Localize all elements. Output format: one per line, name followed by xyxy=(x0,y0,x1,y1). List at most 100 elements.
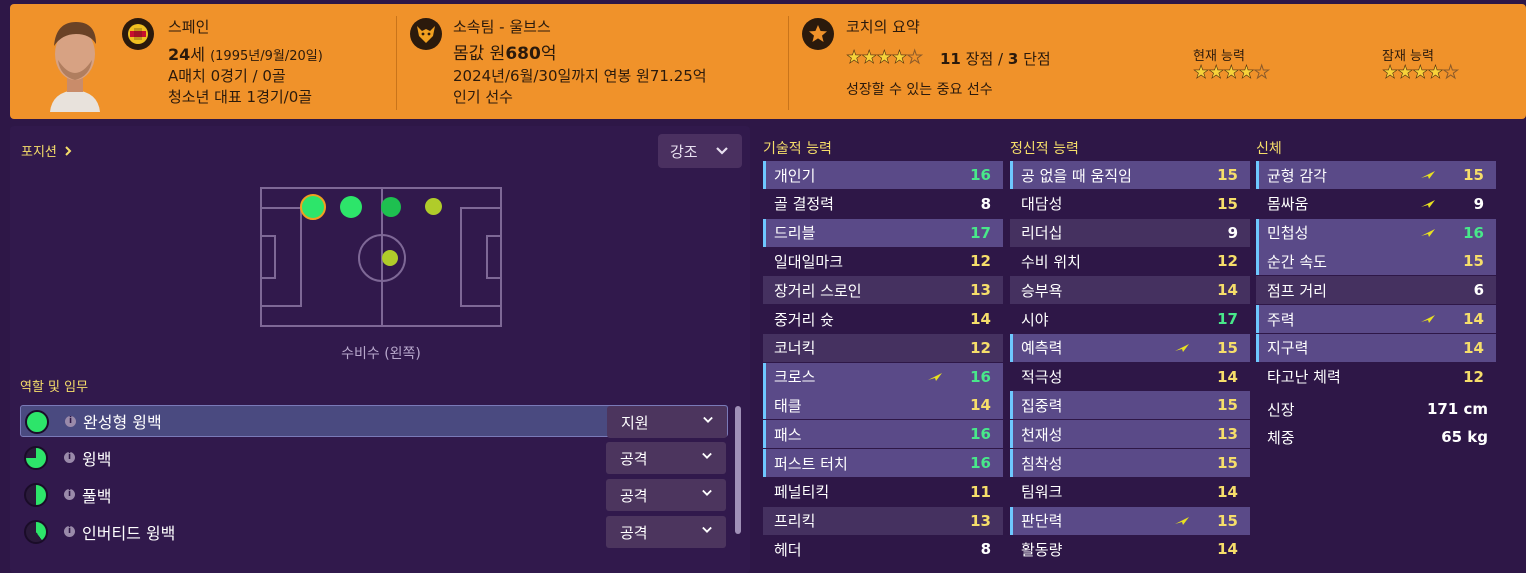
duty-dropdown[interactable]: 공격 xyxy=(606,442,726,474)
duty-dropdown[interactable]: 지원 xyxy=(607,406,727,438)
current-ability-stars: ★★★★★ xyxy=(1193,62,1271,84)
height-label: 신장 xyxy=(1267,400,1295,419)
attribute-name: 헤더 xyxy=(774,540,802,559)
roles-scrollbar[interactable] xyxy=(735,406,741,534)
emphasis-dropdown[interactable]: 강조 xyxy=(658,134,742,168)
attribute-row[interactable]: 장거리 스로인 13 xyxy=(763,276,1003,305)
club-name[interactable]: 소속팀 - 울브스 xyxy=(453,16,551,37)
key-attribute-marker xyxy=(763,218,766,247)
position-dot[interactable] xyxy=(382,250,398,266)
position-dot[interactable] xyxy=(381,197,401,217)
attribute-row[interactable]: 천재성 13 xyxy=(1010,420,1250,449)
info-icon[interactable]: i xyxy=(64,452,75,463)
attribute-row[interactable]: 활동량 14 xyxy=(1010,535,1250,563)
attribute-value: 14 xyxy=(970,310,991,328)
header-divider xyxy=(788,16,789,110)
attribute-row[interactable]: 골 결정력 8 xyxy=(763,190,1003,218)
attribute-row[interactable]: 순간 속도 15 xyxy=(1256,247,1496,276)
info-icon[interactable]: i xyxy=(64,489,75,500)
attribute-value: 12 xyxy=(1217,252,1238,271)
progress-arrow-icon xyxy=(1421,199,1435,208)
value-prefix: 몸값 원 xyxy=(453,44,506,64)
attribute-row[interactable]: 지구력 14 xyxy=(1256,333,1496,362)
position-link[interactable]: 포지션 xyxy=(21,141,72,160)
value-amount: 680 xyxy=(505,44,541,64)
attribute-value: 8 xyxy=(980,194,991,213)
club-badge-icon[interactable] xyxy=(410,18,442,50)
attribute-name: 드리블 xyxy=(774,224,816,243)
star-icon: ★ xyxy=(1442,62,1459,84)
attribute-row[interactable]: 드리블 17 xyxy=(763,218,1003,247)
role-row[interactable]: i 풀백 공격 xyxy=(20,479,728,511)
role-row[interactable]: i 완성형 윙백 지원 xyxy=(20,405,728,438)
position-dot[interactable] xyxy=(300,194,326,220)
attribute-row[interactable]: 일대일마크 12 xyxy=(763,247,1003,275)
attribute-row[interactable]: 판단력 15 xyxy=(1010,506,1250,535)
attribute-row[interactable]: 태클 14 xyxy=(763,391,1003,420)
attribute-value: 15 xyxy=(1217,194,1238,213)
attribute-row[interactable]: 주력 14 xyxy=(1256,305,1496,333)
chevron-down-icon xyxy=(703,416,713,423)
duty-dropdown[interactable]: 공격 xyxy=(606,479,726,511)
attribute-row[interactable]: 패스 16 xyxy=(763,420,1003,449)
star-icon: ★ xyxy=(1412,62,1429,84)
key-attribute-marker xyxy=(1256,218,1259,247)
attribute-row[interactable]: 타고난 체력 12 xyxy=(1256,363,1496,391)
attribute-row[interactable]: 적극성 14 xyxy=(1010,363,1250,391)
strengths-weaknesses[interactable]: 11 장점 / 3 단점 xyxy=(940,48,1051,69)
weight-value: 65 kg xyxy=(1441,428,1488,446)
attribute-name: 수비 위치 xyxy=(1021,252,1081,271)
attribute-value: 13 xyxy=(970,511,991,530)
attribute-row[interactable]: 페널티킥 11 xyxy=(763,478,1003,506)
attribute-row[interactable]: 승부욕 14 xyxy=(1010,276,1250,305)
role-row[interactable]: i 윙백 공격 xyxy=(20,442,728,474)
attribute-row[interactable]: 점프 거리 6 xyxy=(1256,276,1496,305)
info-icon[interactable]: i xyxy=(64,526,75,537)
role-name: 윙백 xyxy=(82,450,112,469)
info-icon[interactable]: i xyxy=(65,416,76,427)
attribute-row[interactable]: 프리킥 13 xyxy=(763,506,1003,535)
attribute-value: 16 xyxy=(970,425,991,444)
chevron-right-icon xyxy=(65,146,72,156)
star-icon: ★ xyxy=(846,47,863,69)
attribute-row[interactable]: 크로스 16 xyxy=(763,362,1003,391)
attribute-name: 공 없을 때 움직임 xyxy=(1021,166,1132,185)
attribute-value: 17 xyxy=(970,223,991,242)
attribute-row[interactable]: 헤더 8 xyxy=(763,535,1003,563)
attribute-row[interactable]: 예측력 15 xyxy=(1010,333,1250,362)
attribute-row[interactable]: 수비 위치 12 xyxy=(1010,247,1250,275)
attribute-row[interactable]: 중거리 슛 14 xyxy=(763,305,1003,333)
attribute-row[interactable]: 침착성 15 xyxy=(1010,449,1250,477)
attribute-row[interactable]: 균형 감각 15 xyxy=(1256,161,1496,189)
attribute-row[interactable]: 몸싸움 9 xyxy=(1256,190,1496,218)
attribute-row[interactable]: 개인기 16 xyxy=(763,161,1003,189)
attribute-row[interactable]: 시야 17 xyxy=(1010,305,1250,333)
duty-dropdown[interactable]: 공격 xyxy=(606,516,726,548)
attribute-row[interactable]: 대담성 15 xyxy=(1010,190,1250,218)
attribute-row[interactable]: 민첩성 16 xyxy=(1256,218,1496,247)
attribute-name: 코너킥 xyxy=(774,339,816,358)
attribute-row[interactable]: 코너킥 12 xyxy=(763,333,1003,362)
attribute-value: 14 xyxy=(1217,540,1238,559)
attribute-name: 지구력 xyxy=(1267,339,1309,358)
attribute-value: 13 xyxy=(970,281,991,300)
attribute-row[interactable]: 공 없을 때 움직임 15 xyxy=(1010,161,1250,189)
attribute-row[interactable]: 리더십 9 xyxy=(1010,218,1250,247)
attribute-row[interactable]: 집중력 15 xyxy=(1010,391,1250,420)
role-suitability-icon xyxy=(25,410,49,434)
position-dot[interactable] xyxy=(425,198,442,215)
duty-label: 공격 xyxy=(620,449,648,468)
attribute-row[interactable]: 퍼스트 터치 16 xyxy=(763,449,1003,477)
attribute-name: 개인기 xyxy=(774,166,816,185)
attribute-name: 주력 xyxy=(1267,310,1295,329)
attribute-name: 승부욕 xyxy=(1021,281,1063,300)
attribute-name: 크로스 xyxy=(774,368,816,387)
market-value: 몸값 원680억 xyxy=(453,39,556,64)
potential-ability-stars: ★★★★★ xyxy=(1382,62,1460,84)
attribute-value: 15 xyxy=(1217,166,1238,184)
attribute-value: 14 xyxy=(1463,310,1484,328)
role-row[interactable]: i 인버티드 윙백 공격 xyxy=(20,516,728,548)
attribute-row[interactable]: 팀워크 14 xyxy=(1010,478,1250,506)
position-dot[interactable] xyxy=(340,196,362,218)
attribute-value: 12 xyxy=(1463,367,1484,386)
